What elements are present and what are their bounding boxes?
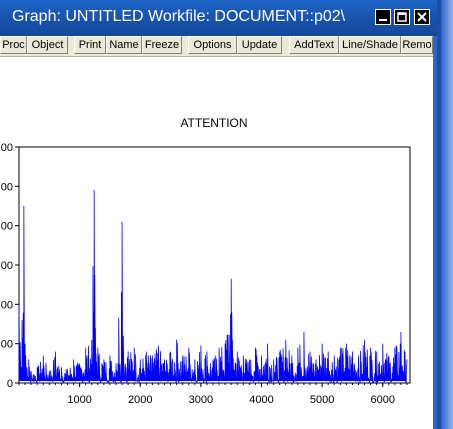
x-tick-label: 1000	[67, 394, 91, 406]
window-frame-inner-edge	[433, 36, 437, 429]
options-button[interactable]: Options	[188, 36, 237, 54]
minimize-icon	[379, 19, 387, 21]
close-icon	[417, 12, 427, 22]
maximize-icon	[397, 12, 407, 22]
x-tick-label: 6000	[370, 394, 394, 406]
title-bar[interactable]: Graph: UNTITLED Workfile: DOCUMENT::p02\	[0, 0, 437, 36]
y-tick-label: 00	[1, 181, 13, 193]
y-tick-label: 00	[1, 142, 13, 154]
object-button[interactable]: Object	[27, 36, 68, 54]
chart-title: ATTENTION	[180, 116, 247, 130]
y-tick-label: 00	[1, 339, 13, 351]
x-tick-label: 5000	[310, 394, 334, 406]
y-tick-label: 00	[1, 260, 13, 272]
print-button[interactable]: Print	[74, 36, 106, 54]
plot-frame	[18, 146, 411, 384]
name-button[interactable]: Name	[106, 36, 142, 54]
freeze-button[interactable]: Freeze	[142, 36, 182, 54]
y-tick-label: 00	[1, 299, 13, 311]
graph-toolbar: Proc Object Print Name Freeze Options Up…	[0, 36, 433, 57]
chart: ATTENTION 0000000000000 1000 2000 3000 4000…	[1, 116, 411, 406]
x-tick-label: 4000	[249, 394, 273, 406]
addtext-button[interactable]: AddText	[289, 36, 339, 54]
y-tick-label: 00	[1, 221, 13, 233]
y-axis: 0000000000000	[1, 142, 19, 390]
x-axis: 1000 2000 3000 4000 5000 6000	[18, 383, 408, 406]
x-tick-label: 2000	[128, 394, 152, 406]
x-tick-label: 3000	[189, 394, 213, 406]
window-title: Graph: UNTITLED Workfile: DOCUMENT::p02\	[12, 8, 346, 25]
remove-button[interactable]: Remo	[401, 36, 433, 54]
y-tick-label: 0	[7, 378, 13, 390]
close-button[interactable]	[414, 9, 430, 25]
graph-window: Graph: UNTITLED Workfile: DOCUMENT::p02\…	[0, 0, 453, 429]
proc-button[interactable]: Proc	[0, 36, 27, 54]
minimize-button[interactable]	[375, 9, 391, 25]
window-frame-right-highlight	[441, 0, 453, 429]
graph-canvas: ATTENTION 00 00 00 00 00 00 0 1000 2000 3000 4000…	[0, 57, 433, 429]
update-button[interactable]: Update	[237, 36, 282, 54]
lineshade-button[interactable]: Line/Shade	[339, 36, 401, 54]
maximize-button[interactable]	[394, 9, 410, 25]
